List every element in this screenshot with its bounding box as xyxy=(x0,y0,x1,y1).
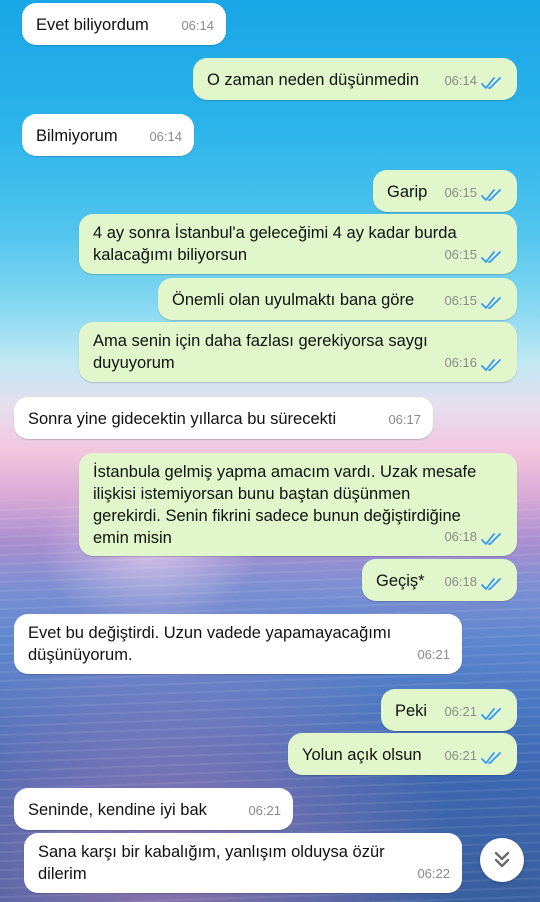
message-text: Önemli olan uyulmaktı bana göre xyxy=(172,291,415,309)
message-text-line: Ama senin için daha fazlası gerekiyorsa … xyxy=(93,332,428,350)
message-timestamp: 06:18 xyxy=(444,574,477,589)
message-text-line: ilişkisi istemiyorsan bunu baştan düşünm… xyxy=(93,485,411,503)
outgoing-message-bubble[interactable]: Garip 06:15 xyxy=(373,170,517,212)
message-timestamp: 06:18 xyxy=(444,529,477,544)
message-text-line: düşünüyorum. xyxy=(28,646,133,664)
message-timestamp: 06:22 xyxy=(417,866,450,881)
message-text-line: duyuyorum xyxy=(93,354,175,372)
outgoing-message-bubble[interactable]: O zaman neden düşünmedin 06:14 xyxy=(193,58,517,100)
message-text: O zaman neden düşünmedin xyxy=(207,71,419,89)
message-text: Garip xyxy=(387,183,428,201)
message-timestamp: 06:21 xyxy=(417,647,450,662)
message-timestamp: 06:14 xyxy=(181,18,214,33)
outgoing-message-bubble[interactable]: Yolun açık olsun 06:21 xyxy=(288,733,517,775)
double-check-icon xyxy=(481,77,501,89)
chat-message-list[interactable]: Evet biliyordum 06:14 O zaman neden düşünm… xyxy=(0,0,540,902)
message-timestamp: 06:14 xyxy=(149,129,182,144)
message-text-line: 4 ay sonra İstanbul'a geleceğimi 4 ay ka… xyxy=(93,224,457,242)
incoming-message-bubble[interactable]: Sana karşı bir kabalığım, yanlışım olduy… xyxy=(24,833,462,893)
message-text-line: dilerim xyxy=(38,865,87,883)
outgoing-message-bubble[interactable]: Peki 06:21 xyxy=(381,689,517,731)
double-check-icon xyxy=(481,297,501,309)
message-timestamp: 06:16 xyxy=(444,355,477,370)
double-check-icon xyxy=(481,189,501,201)
message-timestamp: 06:15 xyxy=(444,293,477,308)
message-timestamp: 06:17 xyxy=(388,412,421,427)
double-check-icon xyxy=(481,359,501,371)
message-text-line: Evet bu değiştirdi. Uzun vadede yapamaya… xyxy=(28,624,392,642)
scroll-to-bottom-button[interactable] xyxy=(480,838,524,882)
outgoing-message-bubble[interactable]: Geçiş* 06:18 xyxy=(362,559,517,601)
message-text: Peki xyxy=(395,702,428,720)
incoming-message-bubble[interactable]: Seninde, kendine iyi bak 06:21 xyxy=(14,788,293,830)
double-check-icon xyxy=(481,708,501,720)
message-text-line: Sana karşı bir kabalığım, yanlışım olduy… xyxy=(38,843,385,861)
message-timestamp: 06:15 xyxy=(444,185,477,200)
incoming-message-bubble[interactable]: Evet biliyordum 06:14 xyxy=(22,3,226,45)
message-text-line: kalacağımı biliyorsun xyxy=(93,246,248,264)
message-text: Yolun açık olsun xyxy=(302,746,422,764)
incoming-message-bubble[interactable]: Evet bu değiştirdi. Uzun vadede yapamaya… xyxy=(14,614,462,674)
message-text: Geçiş* xyxy=(376,572,425,590)
double-chevron-down-icon xyxy=(494,851,510,868)
outgoing-message-bubble[interactable]: 4 ay sonra İstanbul'a geleceğimi 4 ay ka… xyxy=(79,214,517,274)
outgoing-message-bubble[interactable]: Ama senin için daha fazlası gerekiyorsa … xyxy=(79,322,517,382)
message-text: Sonra yine gidecektin yıllarca bu sürece… xyxy=(28,410,337,428)
double-check-icon xyxy=(481,578,501,590)
message-timestamp: 06:21 xyxy=(248,803,281,818)
message-timestamp: 06:14 xyxy=(444,73,477,88)
message-text: Bilmiyorum xyxy=(36,127,118,145)
message-timestamp: 06:21 xyxy=(444,748,477,763)
message-text: Evet biliyordum xyxy=(36,16,149,34)
outgoing-message-bubble[interactable]: Önemli olan uyulmaktı bana göre 06:15 xyxy=(158,278,517,320)
double-check-icon xyxy=(481,533,501,545)
message-text-line: İstanbula gelmiş yapma amacım vardı. Uza… xyxy=(93,463,477,481)
message-text-line: gerekirdi. Senin fikrini sadece bunun de… xyxy=(93,507,461,525)
outgoing-message-bubble[interactable]: İstanbula gelmiş yapma amacım vardı. Uza… xyxy=(79,453,517,556)
double-check-icon xyxy=(481,251,501,263)
double-check-icon xyxy=(481,752,501,764)
message-timestamp: 06:21 xyxy=(444,704,477,719)
incoming-message-bubble[interactable]: Sonra yine gidecektin yıllarca bu sürece… xyxy=(14,397,433,439)
incoming-message-bubble[interactable]: Bilmiyorum 06:14 xyxy=(22,114,194,156)
message-text: Seninde, kendine iyi bak xyxy=(28,801,207,819)
message-text-line: emin misin xyxy=(93,529,172,547)
message-timestamp: 06:15 xyxy=(444,247,477,262)
